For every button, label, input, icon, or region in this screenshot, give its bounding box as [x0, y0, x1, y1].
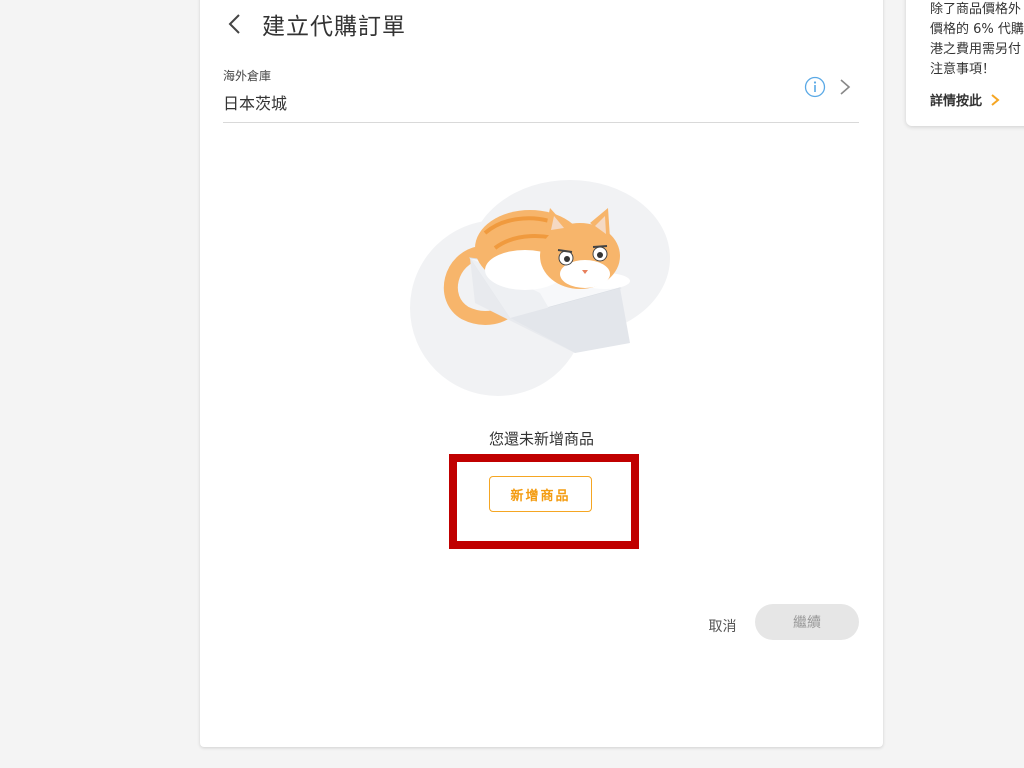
warehouse-selector[interactable]: 海外倉庫 日本茨城 — [223, 64, 859, 123]
highlight-annotation — [449, 454, 639, 549]
create-order-card: 建立代購訂單 海外倉庫 日本茨城 您還未新增商品 新增商品 取消 繼續 — [200, 0, 883, 747]
page-title: 建立代購訂單 — [262, 14, 406, 40]
back-button[interactable] — [222, 9, 246, 39]
notice-line: 港之費用需另付 — [930, 42, 1022, 57]
details-link[interactable]: 詳情按此 — [930, 90, 1000, 109]
continue-button[interactable]: 繼續 — [755, 604, 859, 640]
empty-cart-cat-illustration — [410, 180, 670, 396]
cancel-button[interactable]: 取消 — [700, 612, 745, 640]
notice-line: 價格的 6% 代購 — [930, 22, 1024, 37]
chevron-left-icon — [228, 14, 240, 34]
notice-card: 除了商品價格外 價格的 6% 代購 港之費用需另付 注意事項！ 詳情按此 — [906, 0, 1024, 126]
warehouse-label: 海外倉庫 — [223, 69, 272, 83]
info-icon[interactable] — [804, 76, 826, 98]
notice-line: 除了商品價格外 — [930, 2, 1022, 17]
chevron-right-icon — [990, 93, 1000, 107]
empty-state-message: 您還未新增商品 — [488, 430, 594, 448]
details-link-label: 詳情按此 — [930, 94, 983, 109]
header: 建立代購訂單 — [222, 4, 406, 44]
chevron-right-icon — [840, 79, 851, 95]
warehouse-value: 日本茨城 — [223, 94, 288, 113]
notice-line: 注意事項！ — [930, 62, 996, 77]
